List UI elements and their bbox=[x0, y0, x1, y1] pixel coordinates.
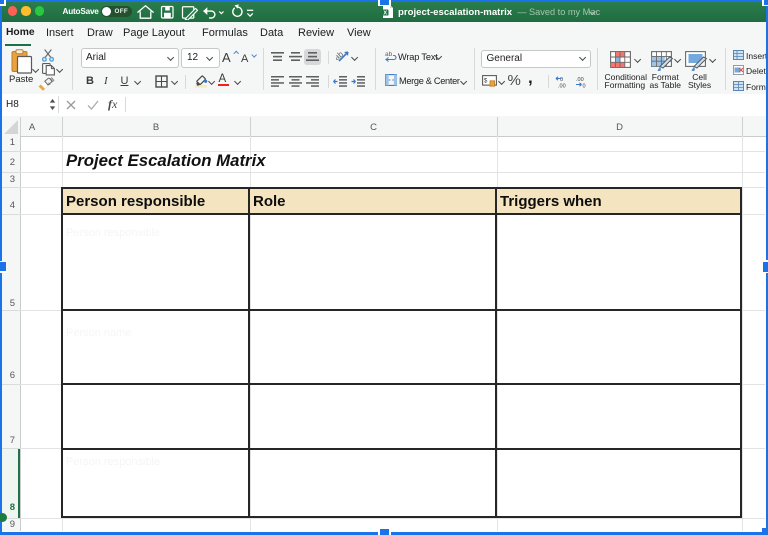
svg-text:0: 0 bbox=[583, 83, 586, 88]
svg-text:.00: .00 bbox=[558, 83, 566, 88]
svg-text:.00: .00 bbox=[576, 77, 584, 83]
svg-text:ab: ab bbox=[385, 51, 393, 58]
svg-text:X: X bbox=[383, 10, 387, 16]
svg-text:0: 0 bbox=[560, 77, 563, 83]
